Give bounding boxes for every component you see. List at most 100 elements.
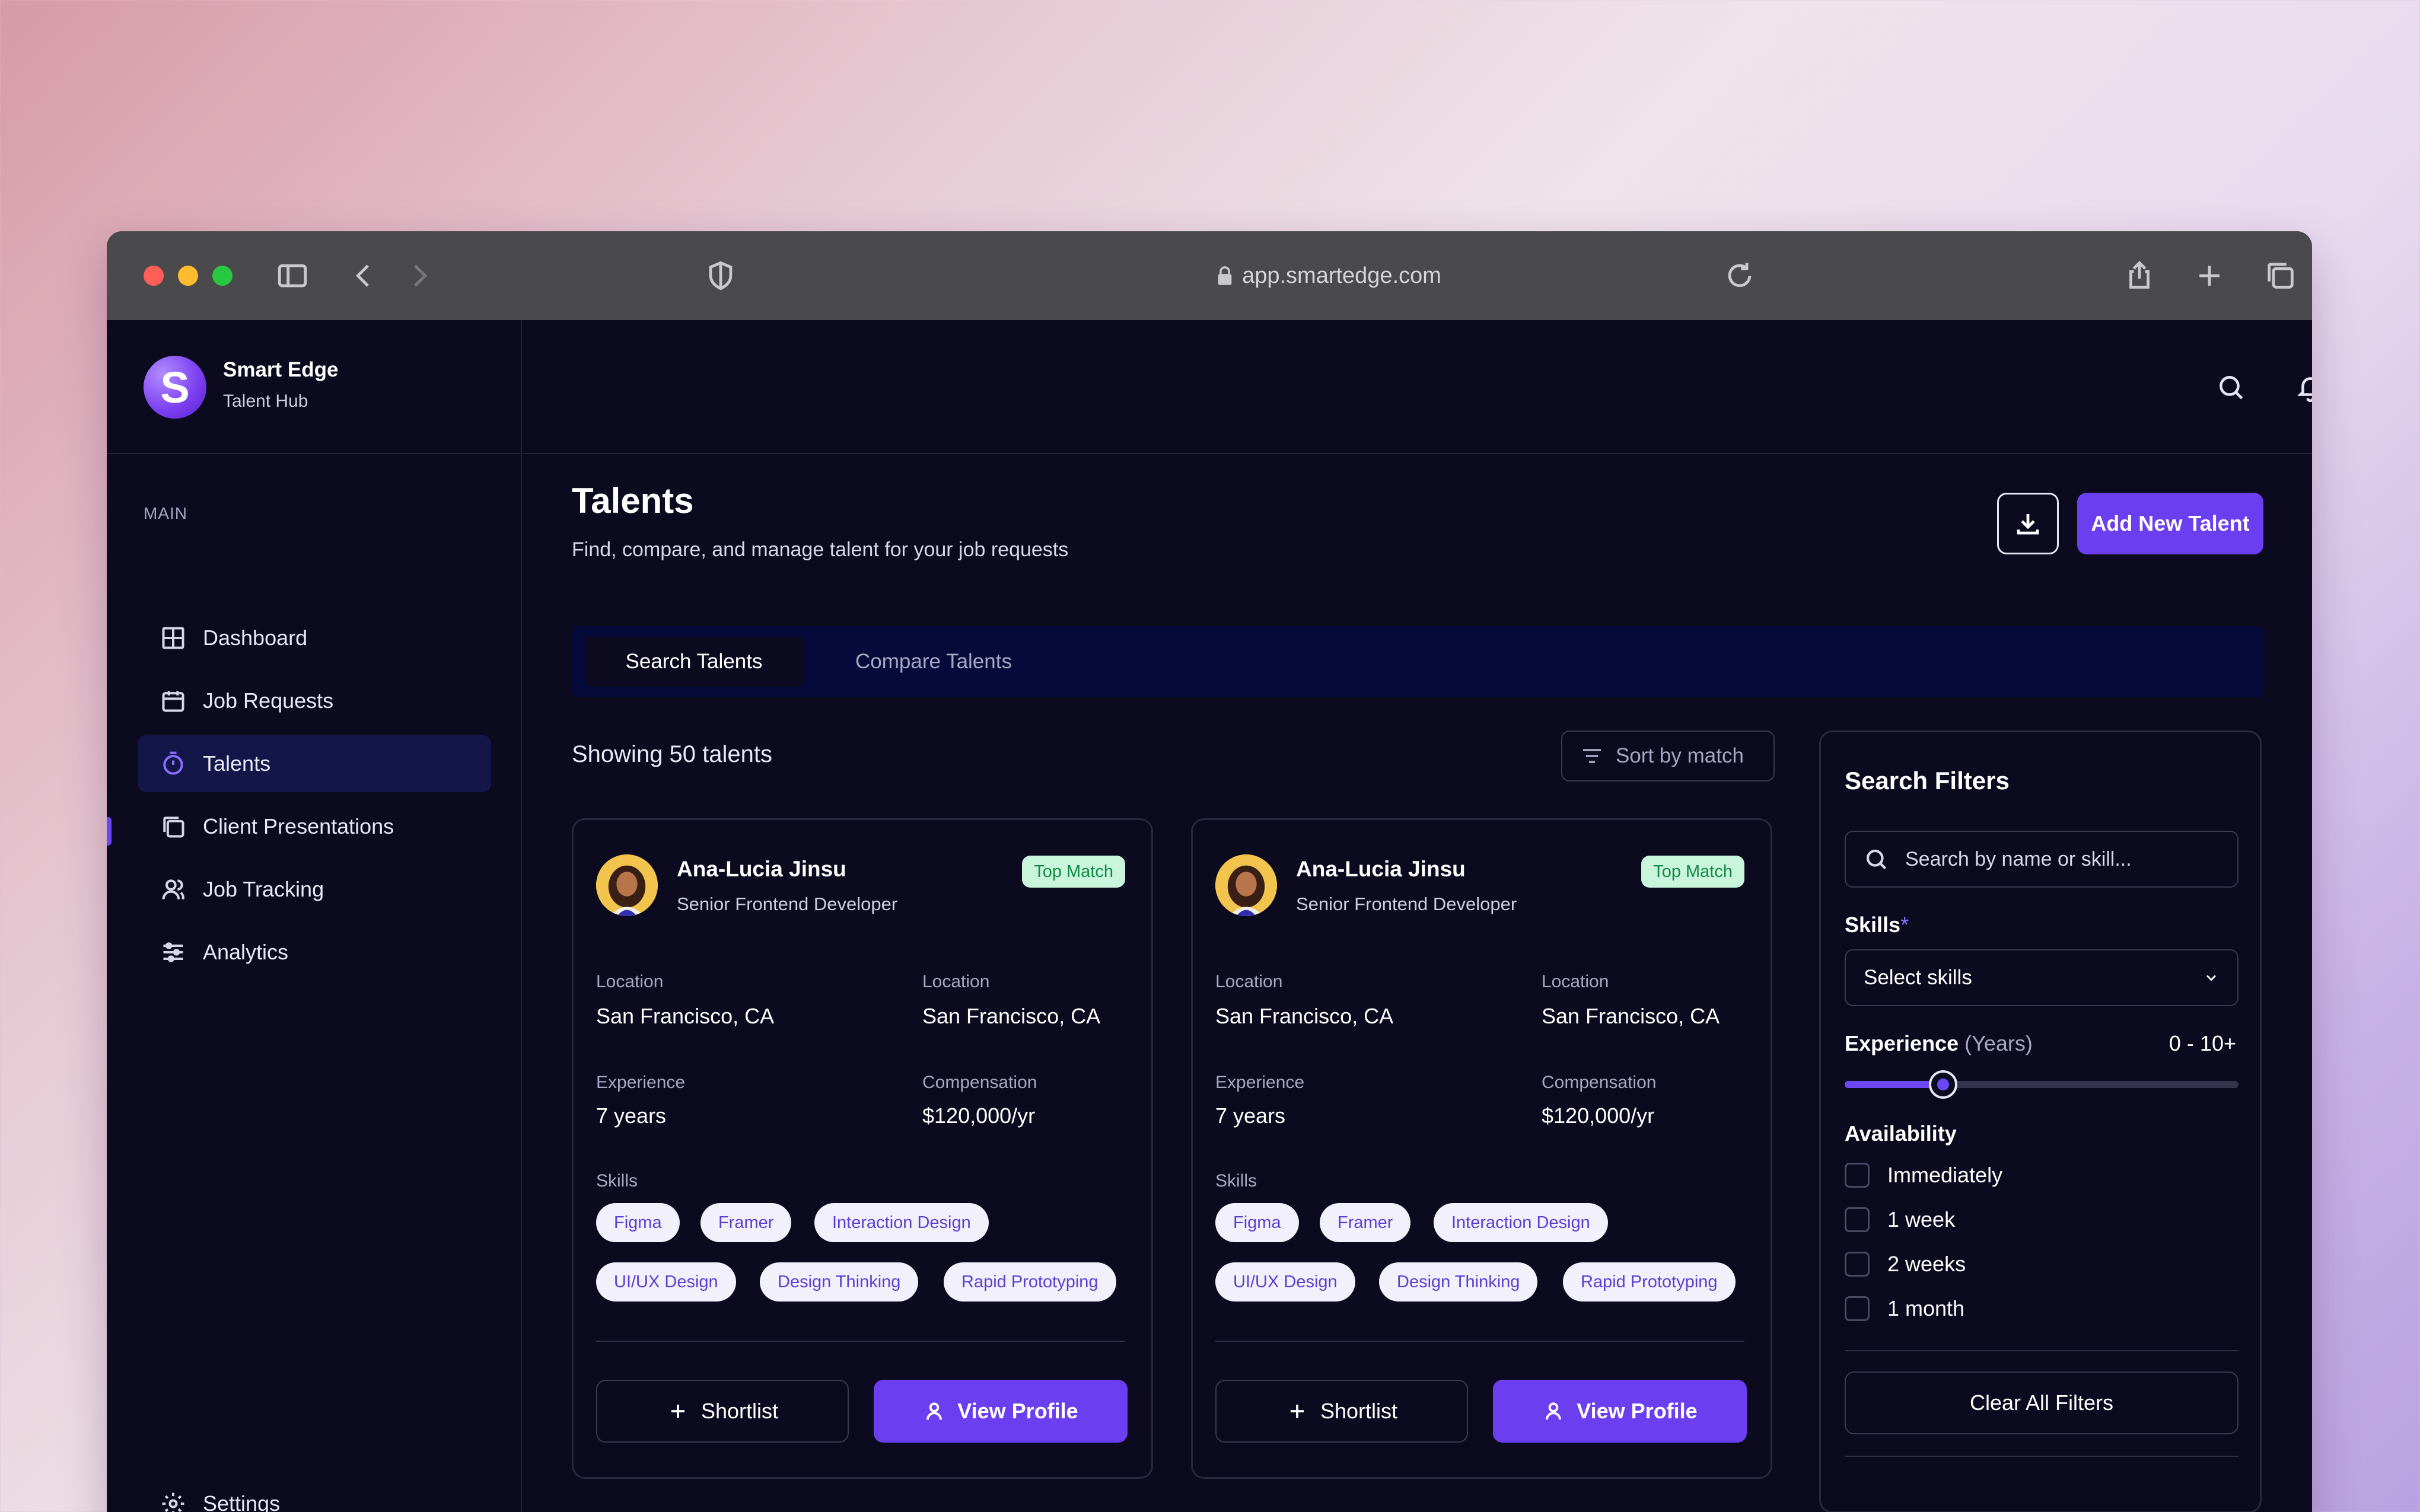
zoom-window-button[interactable] [212,266,233,286]
compensation-label: Compensation [922,1073,1037,1092]
availability-option-immediately[interactable]: Immediately [1845,1163,2002,1188]
location-value: San Francisco, CA [596,1004,775,1028]
talent-card: Ana-Lucia Jinsu Senior Frontend Develope… [1191,818,1772,1479]
experience-value: 7 years [1215,1103,1286,1128]
sidebar-item-settings[interactable]: Settings [138,1475,491,1512]
checkbox[interactable] [1845,1252,1870,1277]
slider-thumb[interactable] [1929,1070,1957,1099]
forward-icon[interactable] [400,256,439,295]
sidebar-item-analytics[interactable]: Analytics [138,924,491,981]
view-profile-button[interactable]: View Profile [874,1380,1128,1443]
sidebar-item-job-requests[interactable]: Job Requests [138,672,491,729]
checkbox-label: 2 weeks [1887,1252,1966,1276]
checkbox-label: 1 month [1887,1296,1965,1320]
talent-card: Ana-Lucia Jinsu Senior Frontend Develope… [572,818,1153,1479]
chevron-down-icon [2206,975,2216,981]
close-window-button[interactable] [144,266,164,286]
search-filters-panel: Search Filters Search by name or skill..… [1819,731,2262,1512]
sort-dropdown[interactable]: Sort by match [1561,731,1775,781]
filters-title: Search Filters [1845,767,2010,795]
sidebar-item-label: Talents [203,751,271,776]
plus-icon [671,1404,685,1418]
filters-divider [1845,1456,2238,1457]
sliders-icon [163,942,183,962]
page-subtitle: Find, compare, and manage talent for you… [572,538,1069,561]
app-logo: S [144,356,206,419]
experience-label: Experience [1215,1073,1305,1092]
skills-filter-label: Skills* [1845,913,1909,937]
sidebar-item-dashboard[interactable]: Dashboard [138,610,491,666]
location-value: San Francisco, CA [1542,1004,1720,1028]
view-profile-label: View Profile [957,1399,1078,1423]
lock-icon [1218,266,1232,285]
users-icon [162,879,184,899]
status-badge: Top Match [1022,856,1125,888]
skills-label: Skills [596,1171,638,1191]
sidebar-item-label: Job Requests [203,688,334,713]
talent-role: Senior Frontend Developer [677,894,898,914]
view-profile-button[interactable]: View Profile [1493,1380,1747,1443]
checkbox[interactable] [1845,1207,1870,1232]
download-icon [2017,514,2039,535]
availability-option-1-month[interactable]: 1 month [1845,1296,1964,1321]
shortlist-button[interactable]: Shortlist [596,1380,849,1443]
clear-all-filters-button[interactable]: Clear All Filters [1845,1371,2238,1434]
minimize-window-button[interactable] [178,266,198,286]
add-new-talent-button[interactable]: Add New Talent [2077,493,2263,554]
sidebar-item-client-presentations[interactable]: Client Presentations [138,798,491,855]
filter-search-placeholder: Search by name or skill... [1905,847,2132,870]
new-tab-icon[interactable] [2190,256,2229,295]
availability-option-2-weeks[interactable]: 2 weeks [1845,1252,1966,1277]
active-indicator [107,817,112,846]
address-bar[interactable]: app.smartedge.com [1091,255,1566,296]
sidebar-toggle-icon[interactable] [273,256,312,295]
avatar [1215,854,1277,916]
skill-chip: Figma [596,1203,680,1242]
filters-divider [1845,1350,2238,1351]
back-icon[interactable] [344,256,383,295]
sidebar-item-label: Dashboard [203,626,308,650]
skills-select-value: Select skills [1864,966,1972,989]
skill-chip: Design Thinking [760,1262,919,1302]
notification-bell-icon[interactable] [2291,368,2312,407]
user-icon [926,1402,942,1420]
availability-option-1-week[interactable]: 1 week [1845,1207,1955,1232]
filter-search-input[interactable]: Search by name or skill... [1845,831,2238,888]
skills-label: Skills [1215,1171,1257,1191]
url-text: app.smartedge.com [1242,263,1441,288]
location-label: Location [1542,972,1609,991]
copy-icon [163,816,184,838]
experience-slider[interactable] [1845,1070,2238,1099]
sidebar-item-label: Job Tracking [203,877,324,901]
page-title: Talents [572,481,694,521]
shield-icon[interactable] [701,256,740,295]
share-icon[interactable] [2120,256,2159,295]
reload-icon[interactable] [1720,256,1759,295]
shortlist-label: Shortlist [700,1399,779,1423]
search-icon[interactable] [2211,368,2250,407]
skill-chip: Rapid Prototyping [944,1262,1116,1302]
results-count: Showing 50 talents [572,741,773,767]
avatar [596,854,658,916]
shortlist-label: Shortlist [1320,1399,1398,1423]
tab-compare-talents[interactable]: Compare Talents [821,637,1046,687]
sidebar-item-talents[interactable]: Talents [138,735,491,792]
sidebar: S Smart Edge Talent Hub MAIN Dashboard J… [107,320,522,1512]
plus-icon [1290,1404,1304,1418]
shortlist-button[interactable]: Shortlist [1215,1380,1468,1443]
download-button[interactable] [1997,493,2059,554]
talent-name: Ana-Lucia Jinsu [1296,857,1466,881]
skill-chip: Interaction Design [814,1203,989,1242]
sort-label: Sort by match [1616,744,1744,767]
checkbox[interactable] [1845,1296,1870,1321]
sidebar-item-job-tracking[interactable]: Job Tracking [138,861,491,918]
checkbox[interactable] [1845,1163,1870,1188]
gear-icon [162,1492,184,1512]
talent-name: Ana-Lucia Jinsu [677,857,846,881]
location-label: Location [596,972,664,991]
skills-select[interactable]: Select skills [1845,949,2238,1006]
checkbox-label: 1 week [1887,1207,1956,1232]
availability-label: Availability [1845,1121,1957,1146]
tab-search-talents[interactable]: Search Talents [585,637,803,687]
tab-overview-icon[interactable] [2261,256,2300,295]
